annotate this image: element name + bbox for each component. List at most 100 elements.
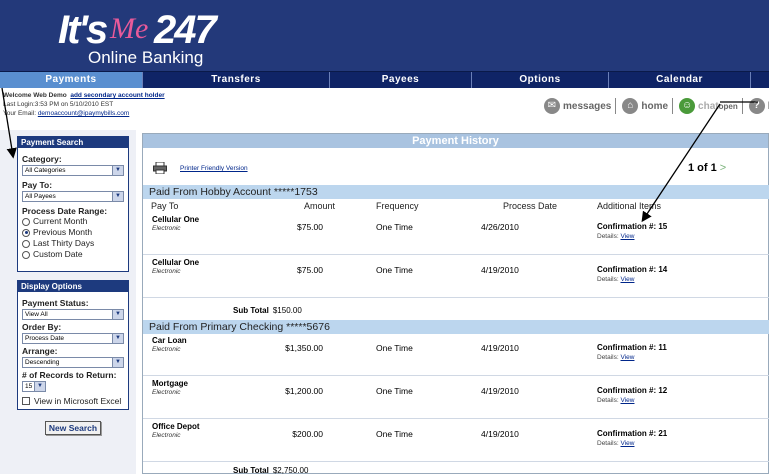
chat-icon: ☺ [679,98,696,114]
category-label: Category: [22,154,62,164]
brand-logo[interactable]: It's Me 247 Online Banking [58,10,218,68]
email-link[interactable]: demoaccount@ipaymybills.com [38,110,130,117]
range-current-month[interactable]: Current Month [22,216,124,227]
chat-status: open [718,101,738,111]
printer-friendly-link[interactable]: Printer Friendly Version [180,165,248,172]
display-options-panel: Display Options Payment Status: View All… [17,280,129,410]
messages-link[interactable]: ✉ messages [544,98,611,114]
details-label: Details: [597,276,619,283]
add-secondary-holder-link[interactable]: add secondary account holder [70,92,164,99]
payment-type: Electronic [152,268,181,275]
details: Details: View [597,233,634,240]
chevron-down-icon: ▼ [34,382,45,391]
radio-label: Previous Month [33,227,93,237]
view-link[interactable]: View [621,276,635,283]
tab-calendar[interactable]: Calendar [609,72,751,88]
printer-icon[interactable] [153,162,167,174]
amount: $1,200.00 [285,386,323,396]
next-page-link[interactable]: > [720,162,726,174]
panel-title: Payment Search [18,137,128,148]
amount: $75.00 [297,222,323,232]
payto-select[interactable]: All Payees ▼ [22,191,124,202]
radio-label: Custom Date [33,249,83,259]
chevron-down-icon: ▼ [112,166,123,175]
status-select[interactable]: View All ▼ [22,309,124,320]
radio-icon [22,239,30,248]
subtotal: Sub Total $150.00 [233,306,302,315]
view-link[interactable]: View [621,233,635,240]
frequency: One Time [376,222,413,232]
subtotal-value: $2,750.00 [272,466,309,474]
chevron-down-icon: ▼ [112,358,123,367]
welcome-text: Welcome Web Demo [3,92,67,99]
home-icon: ⌂ [622,98,639,114]
chat-link[interactable]: ☺ chat open [679,98,738,114]
table-row: Mortgage Electronic $1,200.00 One Time 4… [143,377,769,419]
table-row: Office Depot Electronic $200.00 One Time… [143,420,769,462]
order-select[interactable]: Process Date ▼ [22,333,124,344]
status-value: View All [25,311,48,318]
payee-name: Office Depot [152,422,200,431]
table-row: Car Loan Electronic $1,350.00 One Time 4… [143,334,769,376]
col-amount: Amount [304,201,336,211]
tab-payees[interactable]: Payees [330,72,472,88]
account-group-header: Paid From Primary Checking *****5676 [143,320,769,334]
payto-value: All Payees [25,193,56,200]
column-headers: Pay To Amount Frequency Process Date Add… [143,200,769,212]
category-select[interactable]: All Categories ▼ [22,165,124,176]
view-link[interactable]: View [621,397,635,404]
divider [615,98,617,114]
table-row: Cellular One Electronic $75.00 One Time … [143,256,769,298]
email-label: Your Email: [3,110,36,117]
range-previous-month[interactable]: Previous Month [22,227,124,238]
radio-label: Last Thirty Days [33,238,95,248]
range-custom-date[interactable]: Custom Date [22,249,124,260]
radio-icon [22,217,30,226]
radio-selected-icon [22,228,30,237]
chevron-down-icon: ▼ [112,192,123,201]
details-label: Details: [597,354,619,361]
help-icon: ? [748,98,765,114]
view-link[interactable]: View [621,354,635,361]
radio-label: Current Month [33,216,88,226]
panel-title: Display Options [18,281,128,292]
new-search-button[interactable]: New Search [45,421,101,435]
view-link[interactable]: View [621,440,635,447]
home-label: home [641,100,669,112]
status-label: Payment Status: [22,298,89,308]
confirmation: Confirmation #: 12 [597,386,668,395]
tab-transfers[interactable]: Transfers [143,72,330,88]
records-value: 15 [25,383,33,390]
messages-label: messages [563,100,612,112]
category-value: All Categories [25,167,66,174]
frequency: One Time [376,429,413,439]
confirmation: Confirmation #: 21 [597,429,668,438]
amount: $200.00 [292,429,323,439]
help-link[interactable]: ? he [748,98,769,114]
app-header: It's Me 247 Online Banking [0,0,769,72]
tab-payments[interactable]: Payments [0,72,143,88]
checkbox-icon [22,397,30,405]
records-select[interactable]: 15 ▼ [22,381,46,392]
table-row: Cellular One Electronic $75.00 One Time … [143,213,769,255]
col-items: Additional Items [597,201,662,211]
process-date: 4/19/2010 [481,386,519,396]
payment-type: Electronic [152,225,181,232]
envelope-icon: ✉ [544,98,560,114]
process-date: 4/19/2010 [481,343,519,353]
subtotal-label: Sub Total [233,306,269,315]
payment-search-panel: Payment Search Category: All Categories ▼… [17,136,129,272]
subtotal-label: Sub Total [233,466,269,474]
payee-name: Mortgage [152,379,188,388]
arrange-select[interactable]: Descending ▼ [22,357,124,368]
details: Details: View [597,440,634,447]
records-label: # of Records to Return: [22,370,117,380]
home-link[interactable]: ⌂ home [622,98,668,114]
payment-type: Electronic [152,432,181,439]
payee-name: Car Loan [152,336,187,345]
divider [672,98,674,114]
excel-checkbox[interactable]: View in Microsoft Excel [22,396,124,406]
tab-options[interactable]: Options [472,72,609,88]
chevron-down-icon: ▼ [112,334,123,343]
range-last-thirty-days[interactable]: Last Thirty Days [22,238,124,249]
